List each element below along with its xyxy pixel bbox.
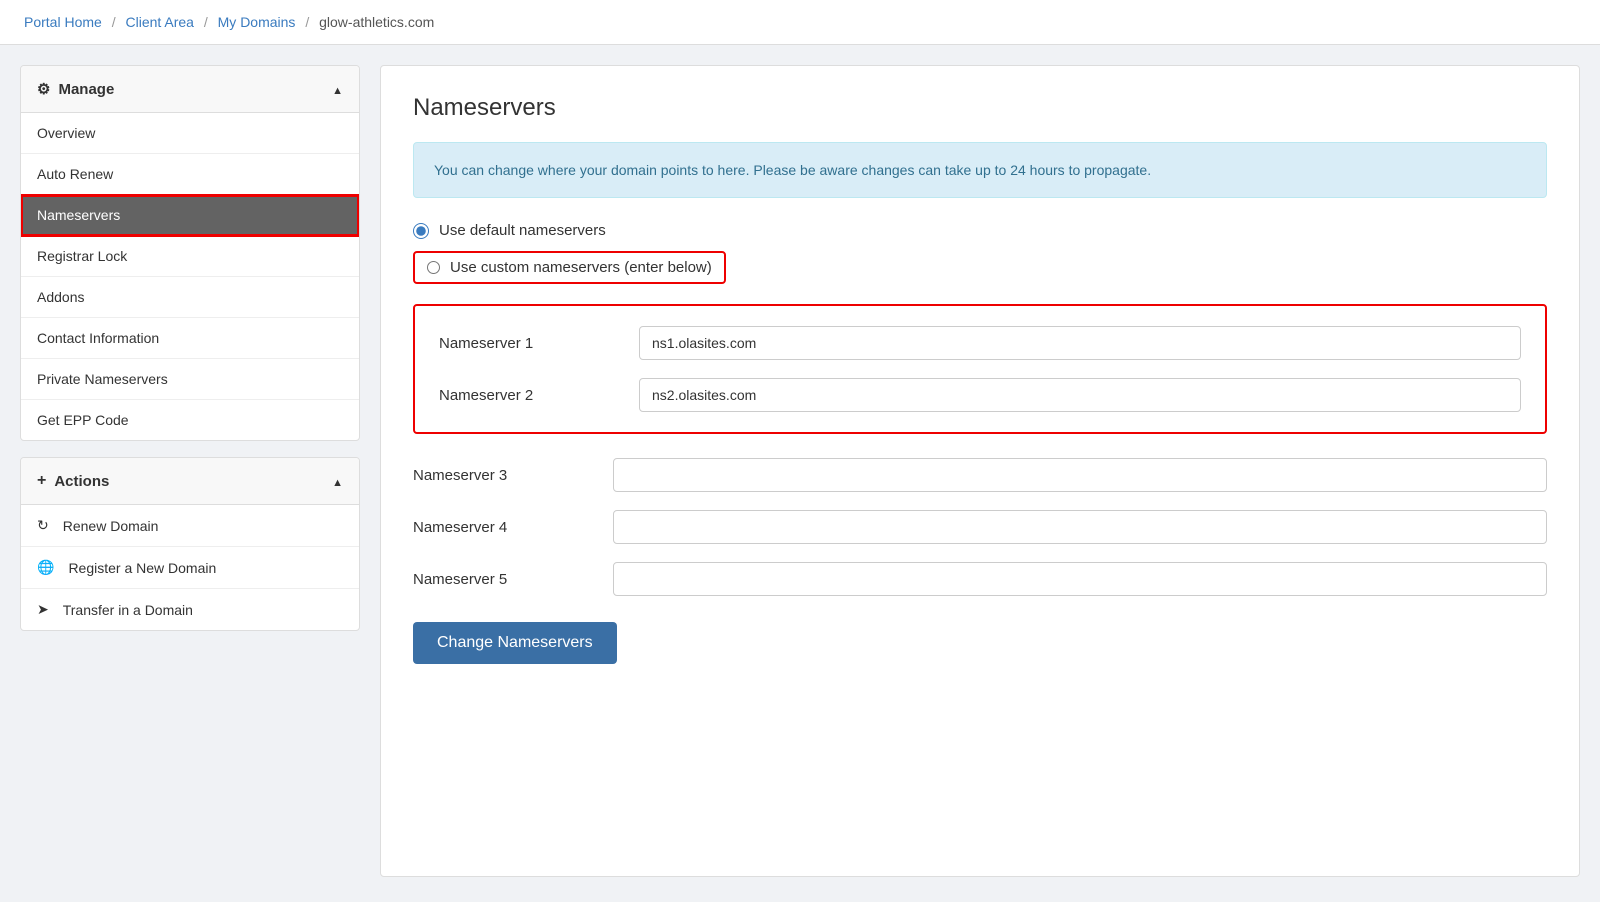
manage-header-label: Manage — [58, 81, 114, 98]
sidebar-manage-section: Manage OverviewAuto RenewNameserversRegi… — [20, 65, 360, 441]
breadcrumb-portal-home[interactable]: Portal Home — [24, 14, 102, 30]
radio-custom-label: Use custom nameservers (enter below) — [450, 259, 712, 276]
ns-label-2: Nameserver 2 — [439, 387, 639, 404]
manage-chevron-icon — [332, 81, 343, 98]
sidebar-item-register[interactable]: 🌐Register a New Domain — [21, 547, 359, 589]
ns-row-1: Nameserver 1 — [439, 326, 1521, 360]
sidebar-item-registrar-lock[interactable]: Registrar Lock — [21, 236, 359, 277]
sidebar-item-addons[interactable]: Addons — [21, 277, 359, 318]
breadcrumb-current-domain: glow-athletics.com — [319, 14, 434, 30]
breadcrumb-sep-1: / — [112, 14, 116, 30]
breadcrumb-my-domains[interactable]: My Domains — [218, 14, 296, 30]
sidebar-item-epp-code[interactable]: Get EPP Code — [21, 400, 359, 440]
actions-chevron-icon — [332, 473, 343, 490]
ns-label-5: Nameserver 5 — [413, 571, 613, 588]
sidebar-manage-header[interactable]: Manage — [21, 66, 359, 113]
breadcrumb-sep-3: / — [305, 14, 309, 30]
main-layout: Manage OverviewAuto RenewNameserversRegi… — [0, 45, 1600, 897]
breadcrumb-sep-2: / — [204, 14, 208, 30]
sidebar-item-nameservers[interactable]: Nameservers — [21, 195, 359, 236]
radio-custom-input[interactable] — [427, 261, 440, 274]
ns-input-2[interactable] — [639, 378, 1521, 412]
ns-row-4: Nameserver 4 — [413, 510, 1547, 544]
radio-group: Use default nameservers Use custom names… — [413, 222, 1547, 284]
ns-input-3[interactable] — [613, 458, 1547, 492]
ns-row-5: Nameserver 5 — [413, 562, 1547, 596]
info-box: You can change where your domain points … — [413, 142, 1547, 198]
sidebar-actions-header[interactable]: Actions — [21, 458, 359, 505]
globe-icon: 🌐 — [37, 559, 54, 576]
plus-icon — [37, 472, 46, 490]
manage-header-left: Manage — [37, 80, 114, 98]
content-area: Nameservers You can change where your do… — [380, 65, 1580, 877]
radio-default-label: Use default nameservers — [439, 222, 606, 239]
actions-header-label: Actions — [54, 473, 109, 490]
ns-label-1: Nameserver 1 — [439, 335, 639, 352]
sidebar: Manage OverviewAuto RenewNameserversRegi… — [20, 65, 360, 877]
ns-row-3: Nameserver 3 — [413, 458, 1547, 492]
sidebar-actions-nav: ↻Renew Domain🌐Register a New Domain➤Tran… — [21, 505, 359, 630]
sidebar-item-overview[interactable]: Overview — [21, 113, 359, 154]
sidebar-actions-section: Actions ↻Renew Domain🌐Register a New Dom… — [20, 457, 360, 631]
page-title: Nameservers — [413, 94, 1547, 122]
ns-input-4[interactable] — [613, 510, 1547, 544]
sidebar-item-contact-info[interactable]: Contact Information — [21, 318, 359, 359]
ns-input-1[interactable] — [639, 326, 1521, 360]
actions-header-left: Actions — [37, 472, 109, 490]
transfer-icon: ➤ — [37, 601, 49, 618]
sidebar-manage-nav: OverviewAuto RenewNameserversRegistrar L… — [21, 113, 359, 440]
gear-icon — [37, 80, 50, 98]
sidebar-item-auto-renew[interactable]: Auto Renew — [21, 154, 359, 195]
sidebar-item-private-ns[interactable]: Private Nameservers — [21, 359, 359, 400]
ns-fields-red-box: Nameserver 1 Nameserver 2 — [413, 304, 1547, 434]
ns-label-3: Nameserver 3 — [413, 467, 613, 484]
breadcrumb-client-area[interactable]: Client Area — [125, 14, 193, 30]
ns-label-4: Nameserver 4 — [413, 519, 613, 536]
breadcrumb: Portal Home / Client Area / My Domains /… — [0, 0, 1600, 45]
sidebar-item-renew[interactable]: ↻Renew Domain — [21, 505, 359, 547]
renew-icon: ↻ — [37, 517, 49, 534]
radio-custom-ns[interactable]: Use custom nameservers (enter below) — [413, 251, 726, 284]
change-nameservers-button[interactable]: Change Nameservers — [413, 622, 617, 664]
ns-input-5[interactable] — [613, 562, 1547, 596]
radio-default-input[interactable] — [413, 223, 429, 239]
radio-default-ns[interactable]: Use default nameservers — [413, 222, 1547, 239]
ns-row-2: Nameserver 2 — [439, 378, 1521, 412]
sidebar-item-transfer[interactable]: ➤Transfer in a Domain — [21, 589, 359, 630]
